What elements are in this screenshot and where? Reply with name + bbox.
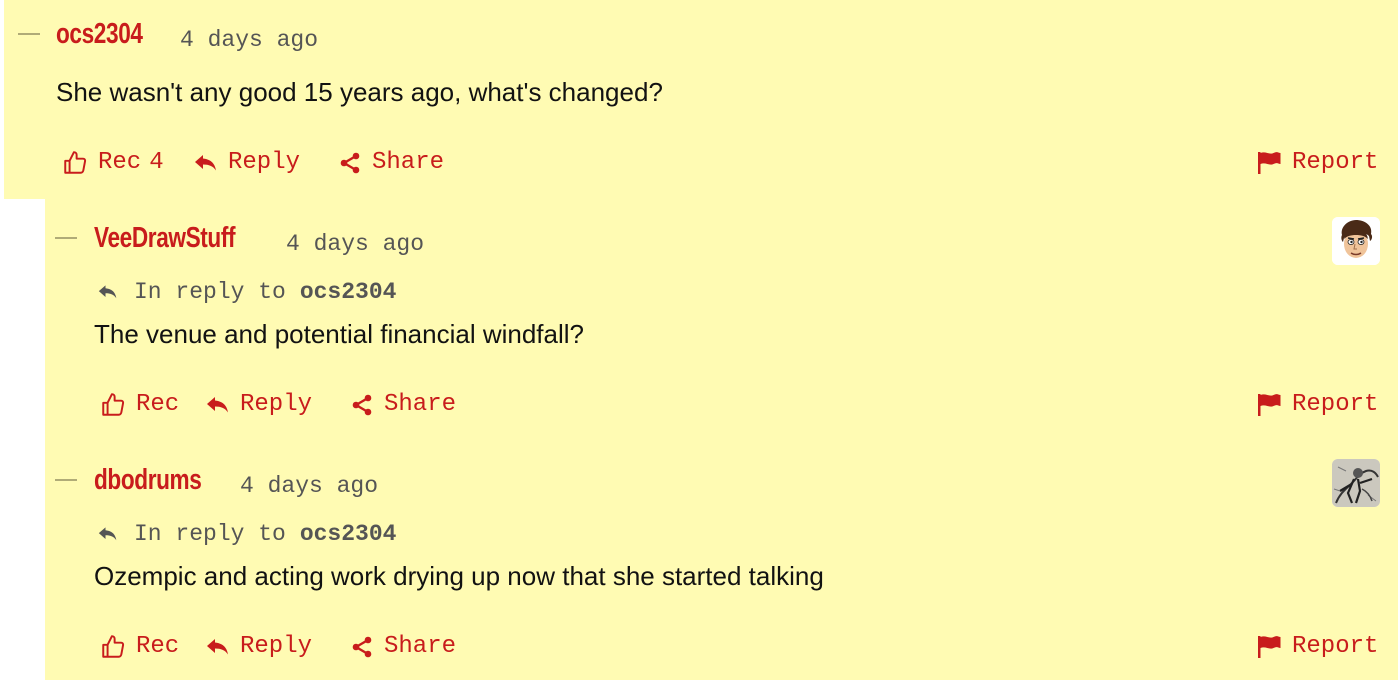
reply-button[interactable]: Reply [206, 633, 312, 660]
share-button[interactable]: Share [338, 149, 444, 176]
reply-button[interactable]: Reply [194, 149, 300, 176]
replies-container [45, 199, 1398, 680]
in-reply-prefix: In reply to [134, 521, 286, 547]
comment-username[interactable]: dbodrums [94, 464, 202, 497]
share-button[interactable]: Share [350, 633, 456, 660]
report-label: Report [1292, 149, 1379, 176]
in-reply-user[interactable]: ocs2304 [300, 521, 397, 547]
reply-arrow-icon [207, 396, 228, 412]
collapse-toggle[interactable] [55, 479, 77, 481]
share-label: Share [384, 391, 457, 418]
report-label: Report [1292, 633, 1379, 660]
collapse-toggle[interactable] [18, 33, 40, 35]
comment-ocs2304: ocs2304 4 days ago She wasn't any good 1… [4, 0, 1398, 199]
report-label: Report [1292, 391, 1379, 418]
comment-timestamp[interactable]: 4 days ago [286, 231, 424, 257]
share-button[interactable]: Share [350, 391, 456, 418]
comment-body: Ozempic and acting work drying up now th… [94, 561, 824, 591]
sketch-figure-avatar[interactable] [1332, 459, 1380, 507]
reply-label: Reply [228, 149, 301, 176]
flag-icon [1258, 393, 1281, 416]
in-reply-prefix: In reply to [134, 279, 286, 305]
in-reply-to: In reply to ocs2304 [98, 521, 396, 547]
rec-button[interactable]: Rec 4 [62, 149, 164, 176]
cartoon-face-avatar[interactable] [1332, 217, 1380, 265]
comment-body: The venue and potential financial windfa… [94, 319, 585, 349]
thumbs-up-icon [64, 150, 87, 174]
in-reply-user[interactable]: ocs2304 [300, 279, 397, 305]
comment-body: She wasn't any good 15 years ago, what's… [56, 77, 663, 107]
reply-arrow-icon [207, 638, 228, 654]
share-icon [352, 636, 372, 657]
comments-thread: ocs2304 4 days ago She wasn't any good 1… [0, 0, 1398, 680]
comment-timestamp[interactable]: 4 days ago [180, 27, 318, 53]
share-label: Share [372, 149, 445, 176]
comment-username[interactable]: VeeDrawStuff [94, 222, 236, 255]
thumbs-up-icon [102, 392, 125, 416]
reply-label: Reply [240, 391, 313, 418]
flag-icon [1258, 151, 1281, 174]
rec-button[interactable]: Rec [100, 391, 179, 418]
in-reply-to: In reply to ocs2304 [98, 279, 396, 305]
comment-timestamp[interactable]: 4 days ago [240, 473, 378, 499]
report-button[interactable]: Report [1256, 391, 1378, 418]
reply-arrow-icon [98, 285, 117, 299]
rec-label: Rec [136, 391, 180, 418]
report-button[interactable]: Report [1256, 149, 1378, 176]
reply-arrow-icon [195, 154, 216, 170]
rec-label: Rec [136, 633, 180, 660]
rec-count: 4 [149, 149, 164, 176]
report-button[interactable]: Report [1256, 633, 1378, 660]
thumbs-up-icon [102, 634, 125, 658]
reply-label: Reply [240, 633, 313, 660]
rec-button[interactable]: Rec [100, 633, 179, 660]
collapse-toggle[interactable] [55, 237, 77, 239]
reply-button[interactable]: Reply [206, 391, 312, 418]
share-icon [340, 152, 360, 173]
comment-username[interactable]: ocs2304 [56, 18, 143, 51]
share-icon [352, 394, 372, 415]
flag-icon [1258, 635, 1281, 658]
rec-label: Rec [98, 149, 142, 176]
share-label: Share [384, 633, 457, 660]
reply-arrow-icon [98, 527, 117, 541]
